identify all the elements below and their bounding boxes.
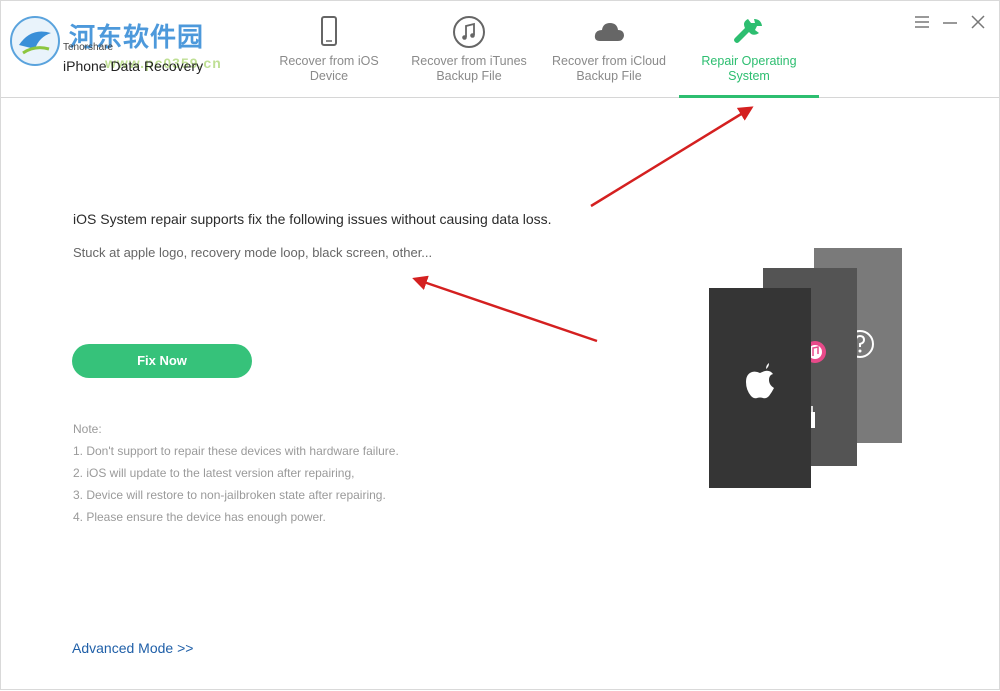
- minimize-icon[interactable]: [941, 13, 959, 31]
- mode-tabs: Recover from iOS Device Recover from iTu…: [259, 1, 819, 98]
- music-note-icon: [453, 16, 485, 48]
- tab-label: Recover from iOS Device: [279, 54, 379, 83]
- phone-icon: [321, 16, 337, 46]
- product-name: iPhone Data Recovery: [63, 58, 204, 74]
- wrench-icon: [734, 19, 762, 43]
- note-item: 2. iOS will update to the latest version…: [73, 466, 355, 480]
- menu-icon[interactable]: [913, 13, 931, 31]
- tab-recover-ios-device[interactable]: Recover from iOS Device: [259, 1, 399, 97]
- repair-panel: iOS System repair supports fix the follo…: [1, 98, 999, 689]
- note-item: 1. Don't support to repair these devices…: [73, 444, 399, 458]
- brand: 河东软件园 Tenorshare www.pc0359.cn iPhone Da…: [7, 9, 257, 79]
- vendor-name: Tenorshare: [63, 42, 114, 53]
- window-controls: [913, 13, 987, 31]
- tab-label: Recover from iTunes Backup File: [411, 54, 527, 83]
- apple-logo-icon: [746, 363, 774, 399]
- tab-label: Repair Operating System: [701, 54, 797, 83]
- tab-label: Recover from iCloud Backup File: [552, 54, 666, 83]
- cloud-icon: [594, 23, 624, 41]
- fix-now-button[interactable]: Fix Now: [72, 344, 252, 378]
- repair-headline: iOS System repair supports fix the follo…: [73, 211, 552, 227]
- app-window: 河东软件园 Tenorshare www.pc0359.cn iPhone Da…: [0, 0, 1000, 690]
- close-icon[interactable]: [969, 13, 987, 31]
- repair-issues-text: Stuck at apple logo, recovery mode loop,…: [73, 245, 433, 260]
- header-bar: 河东软件园 Tenorshare www.pc0359.cn iPhone Da…: [1, 1, 999, 98]
- notes-section: Note: 1. Don't support to repair these d…: [73, 418, 399, 528]
- logo-icon: [10, 16, 60, 66]
- advanced-mode-link[interactable]: Advanced Mode >>: [72, 640, 193, 656]
- notes-title: Note:: [73, 422, 102, 436]
- tab-recover-icloud-backup[interactable]: Recover from iCloud Backup File: [539, 1, 679, 97]
- device-apple-logo-screen: [709, 288, 811, 488]
- note-item: 3. Device will restore to non-jailbroken…: [73, 488, 386, 502]
- tab-recover-itunes-backup[interactable]: Recover from iTunes Backup File: [399, 1, 539, 97]
- tab-repair-operating-system[interactable]: Repair Operating System: [679, 1, 819, 98]
- note-item: 4. Please ensure the device has enough p…: [73, 510, 326, 524]
